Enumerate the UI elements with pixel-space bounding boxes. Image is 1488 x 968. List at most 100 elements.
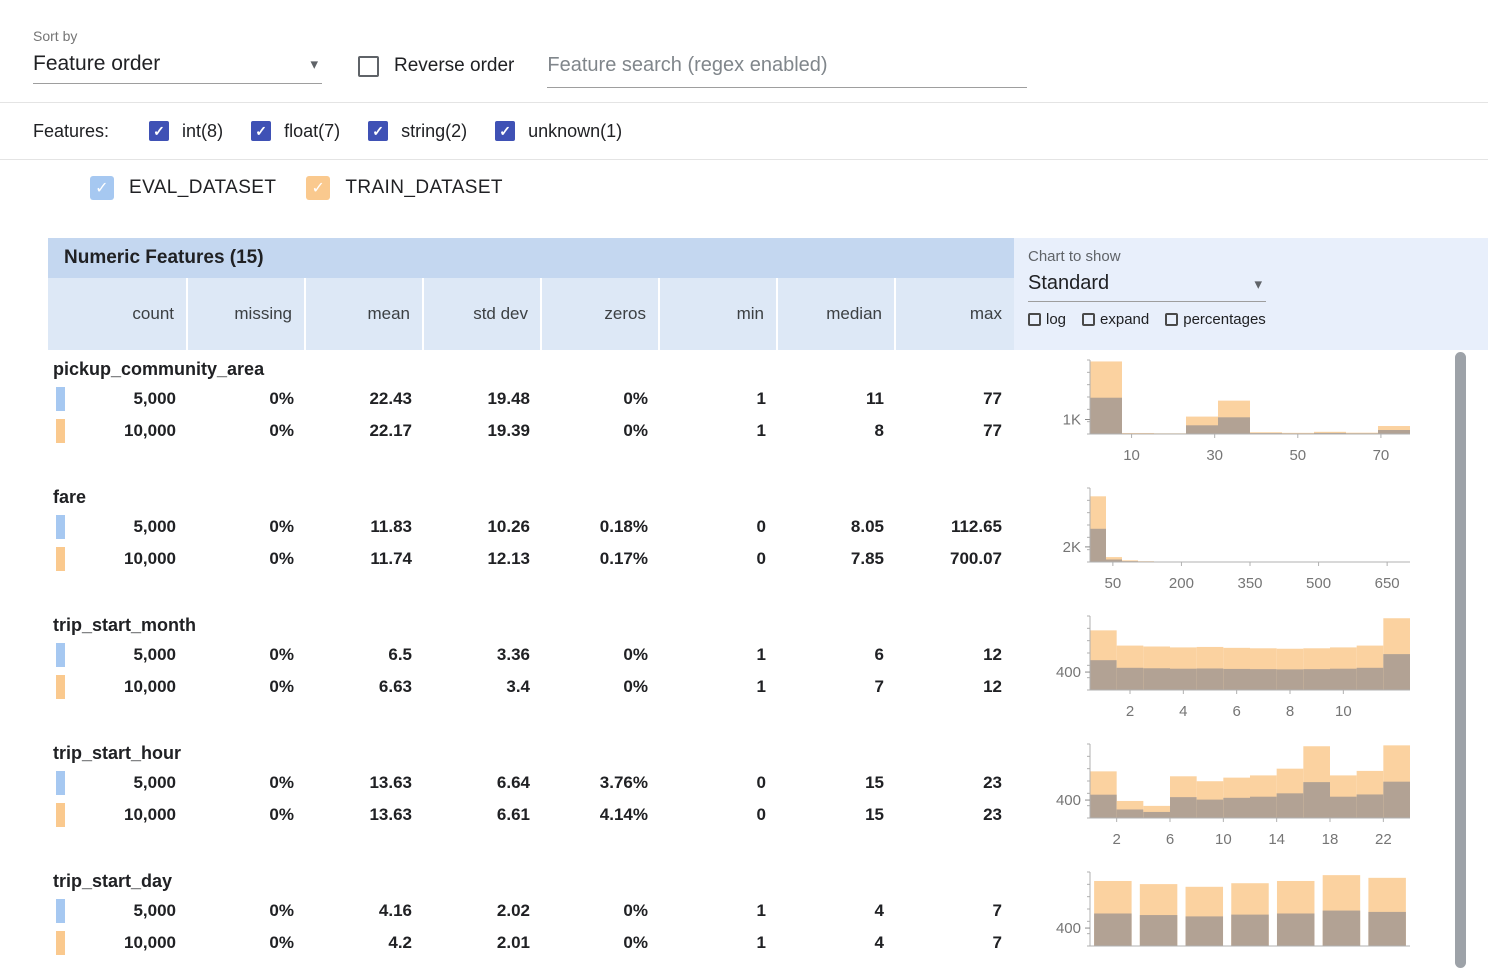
svg-text:200: 200	[1169, 575, 1194, 592]
chart-option-checkbox[interactable]: expand	[1082, 311, 1149, 328]
svg-text:2K: 2K	[1063, 539, 1081, 556]
feature-name: fare	[48, 478, 1014, 511]
feature-type-filter-row: Features: ✓ int(8) ✓ float(7) ✓ string(2…	[0, 103, 1488, 160]
stat-value: 4	[778, 901, 896, 921]
svg-text:650: 650	[1375, 575, 1400, 592]
feature-row: trip_start_hour 5,0000%13.636.643.76%015…	[48, 734, 1488, 862]
stat-value: 1	[660, 645, 778, 665]
stat-value: 0.17%	[542, 549, 660, 569]
train-stats-row: 10,0000%22.1719.390%1877	[48, 415, 1014, 447]
stat-value: 7	[896, 901, 1014, 921]
eval-dataset-swatch	[56, 899, 65, 923]
stat-value: 0%	[188, 773, 306, 793]
checkbox-checked-icon: ✓	[149, 121, 169, 141]
dataset-checkbox[interactable]: ✓ TRAIN_DATASET	[306, 176, 503, 200]
stat-value: 4.2	[306, 933, 424, 953]
feature-histogram: 400246810	[1034, 612, 1416, 724]
svg-text:70: 70	[1373, 447, 1390, 464]
sort-by-group: Sort by Feature order ▾	[33, 0, 322, 84]
chart-panel: Chart to show Standard ▾ log expand perc…	[1014, 238, 1488, 350]
eval-stats-row: 5,0000%13.636.643.76%01523	[48, 767, 1014, 799]
vertical-scrollbar[interactable]	[1455, 352, 1466, 968]
feature-type-label: string(2)	[401, 121, 467, 142]
stat-value: 0%	[188, 517, 306, 537]
stat-value: 0	[660, 549, 778, 569]
chart-option-checkbox[interactable]: log	[1028, 311, 1066, 328]
dataset-checkbox[interactable]: ✓ EVAL_DATASET	[90, 176, 276, 200]
feature-type-label: int(8)	[182, 121, 223, 142]
feature-search-input[interactable]	[547, 50, 1027, 88]
stat-value: 1	[660, 933, 778, 953]
stat-value: 22.17	[306, 421, 424, 441]
stat-value: 23	[896, 773, 1014, 793]
train-dataset-swatch	[56, 419, 65, 443]
svg-text:350: 350	[1237, 575, 1262, 592]
stat-value: 5,000	[48, 517, 188, 537]
feature-name: trip_start_month	[48, 606, 1014, 639]
stat-value: 11.74	[306, 549, 424, 569]
features-label: Features:	[33, 121, 109, 142]
stat-value: 4.16	[306, 901, 424, 921]
stat-value: 8.05	[778, 517, 896, 537]
column-header: min	[660, 278, 778, 350]
svg-text:2: 2	[1112, 831, 1120, 848]
feature-type-checkbox[interactable]: ✓ string(2)	[368, 121, 467, 142]
stat-value: 10,000	[48, 677, 188, 697]
stat-value: 0	[660, 517, 778, 537]
stat-value: 0%	[188, 933, 306, 953]
column-header: count	[48, 278, 188, 350]
stat-value: 8	[778, 421, 896, 441]
stat-value: 12	[896, 645, 1014, 665]
svg-text:50: 50	[1105, 575, 1122, 592]
chart-type-select[interactable]: Standard ▾	[1028, 265, 1266, 302]
reverse-order-label: Reverse order	[394, 55, 514, 77]
stat-value: 10,000	[48, 549, 188, 569]
feature-row: trip_start_month 5,0000%6.53.360%1612 10…	[48, 606, 1488, 734]
feature-name: trip_start_hour	[48, 734, 1014, 767]
feature-histogram: 2K50200350500650	[1034, 484, 1416, 596]
stat-value: 12	[896, 677, 1014, 697]
chart-option-label: expand	[1100, 311, 1149, 328]
stat-value: 10,000	[48, 933, 188, 953]
feature-type-checkbox[interactable]: ✓ unknown(1)	[495, 121, 622, 142]
chart-type-value: Standard	[1028, 272, 1109, 295]
chevron-down-icon: ▾	[1254, 275, 1262, 293]
dataset-label: EVAL_DATASET	[129, 177, 276, 199]
checkbox-unchecked-icon	[1028, 313, 1041, 326]
svg-text:10: 10	[1215, 831, 1232, 848]
eval-dataset-swatch	[56, 771, 65, 795]
train-dataset-swatch	[56, 675, 65, 699]
stat-value: 0%	[542, 389, 660, 409]
reverse-order-checkbox[interactable]: Reverse order	[358, 55, 514, 77]
feature-type-checkbox[interactable]: ✓ int(8)	[149, 121, 223, 142]
chart-option-label: percentages	[1183, 311, 1266, 328]
svg-text:30: 30	[1206, 447, 1223, 464]
chart-option-checkbox[interactable]: percentages	[1165, 311, 1266, 328]
column-header: missing	[188, 278, 306, 350]
stat-value: 1	[660, 389, 778, 409]
sort-by-select[interactable]: Feature order ▾	[33, 44, 322, 84]
feature-type-checkbox[interactable]: ✓ float(7)	[251, 121, 340, 142]
stat-value: 0%	[188, 645, 306, 665]
stat-value: 5,000	[48, 645, 188, 665]
stat-value: 0%	[188, 677, 306, 697]
column-header: median	[778, 278, 896, 350]
eval-dataset-swatch	[56, 387, 65, 411]
train-dataset-swatch	[56, 547, 65, 571]
svg-text:6: 6	[1232, 703, 1240, 720]
stat-value: 77	[896, 421, 1014, 441]
stat-value: 700.07	[896, 549, 1014, 569]
feature-histogram: 1K10305070	[1034, 356, 1416, 468]
column-header-row: countmissingmeanstd devzerosminmedianmax	[48, 278, 1014, 350]
stat-value: 19.39	[424, 421, 542, 441]
stat-value: 0%	[188, 421, 306, 441]
stat-value: 15	[778, 805, 896, 825]
stat-value: 5,000	[48, 901, 188, 921]
checkbox-unchecked-icon	[1082, 313, 1095, 326]
stat-value: 0%	[542, 933, 660, 953]
overview-table: Numeric Features (15) countmissingmeanst…	[48, 238, 1488, 968]
svg-text:400: 400	[1056, 664, 1081, 681]
feature-row: pickup_community_area 5,0000%22.4319.480…	[48, 350, 1488, 478]
chart-option-label: log	[1046, 311, 1066, 328]
sort-by-label: Sort by	[33, 28, 322, 44]
